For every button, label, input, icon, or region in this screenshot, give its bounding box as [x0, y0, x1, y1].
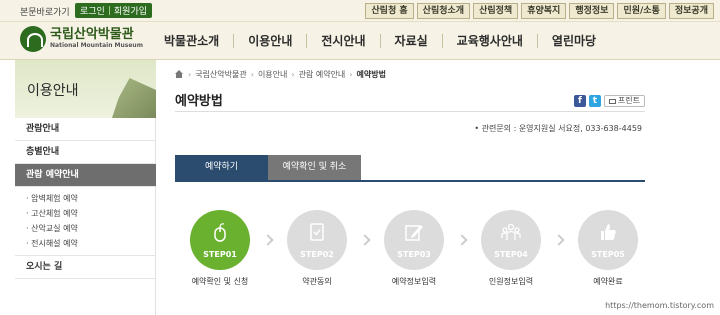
printer-icon [608, 98, 616, 104]
main-content: › 국립산악박물관 › 이용안내 › 관람 예약안내 › 예약방법 예약방법 f… [175, 60, 645, 315]
breadcrumb-separator: › [291, 70, 295, 79]
breadcrumb-item-reservation[interactable]: 관람 예약안내 [299, 69, 346, 80]
step-2-caption: 약관동의 [302, 277, 332, 286]
step-1-caption: 예약확인 및 신청 [191, 277, 249, 286]
sidebar-sub-altitude[interactable]: 고산체험 예약 [26, 206, 156, 221]
join-link[interactable]: 회원가입 [114, 4, 147, 17]
mountain-image [112, 78, 156, 118]
sidebar-visual: 이용안내 [15, 60, 156, 118]
mouse-icon [214, 223, 226, 242]
top-links: 산림청 홈 산림청소개 산림정책 휴양복지 행정정보 민원/소통 정보공개 [365, 3, 714, 19]
sidebar-sub-exhibit-tour[interactable]: 전시해설 예약 [26, 236, 156, 251]
top-link-admin-info[interactable]: 행정정보 [569, 3, 615, 19]
breadcrumb: › 국립산악박물관 › 이용안내 › 관람 예약안내 › 예약방법 [175, 69, 386, 80]
step-5-caption: 예약완료 [593, 277, 623, 286]
gnb-item-museum-intro[interactable]: 박물관소개 [160, 34, 233, 48]
breadcrumb-item-museum[interactable]: 국립산악박물관 [195, 69, 247, 80]
step-1-label: STEP01 [203, 250, 237, 259]
top-link-welfare[interactable]: 휴양복지 [521, 3, 567, 19]
login-link[interactable]: 로그인 [80, 4, 105, 17]
tab-check-cancel[interactable]: 예약확인 및 취소 [268, 155, 361, 180]
sidebar-menu: 관람안내 층별안내 관람 예약안내 암벽체험 예약 고산체험 예약 산악교실 예… [15, 118, 156, 279]
twitter-icon[interactable]: t [588, 95, 601, 107]
step-2: STEP02 [287, 210, 347, 270]
top-link-forest-home[interactable]: 산림청 홈 [365, 3, 414, 19]
breadcrumb-item-usage[interactable]: 이용안내 [258, 69, 287, 80]
breadcrumb-separator: › [188, 70, 192, 79]
top-link-policy[interactable]: 산림정책 [473, 3, 519, 19]
step-4-label: STEP04 [494, 250, 528, 259]
reservation-steps: STEP01 STEP02 STEP03 STEP04 STEP05 [190, 210, 640, 270]
home-icon[interactable] [175, 70, 184, 79]
login-join-box: 로그인 | 회원가입 [75, 3, 153, 18]
facebook-icon[interactable]: f [573, 95, 586, 107]
page-title: 예약방법 [175, 94, 223, 109]
share-tools: f t 프린트 [573, 95, 645, 107]
skip-to-content-link[interactable]: 본문바로가기 [20, 5, 70, 18]
breadcrumb-separator: › [250, 70, 254, 79]
tab-make-reservation[interactable]: 예약하기 [175, 155, 268, 180]
step-5: STEP05 [578, 210, 638, 270]
sidebar-item-reservation-guide[interactable]: 관람 예약안내 [15, 164, 156, 187]
step-captions: 예약확인 및 신청 약관동의 예약정보입력 인원정보입력 예약완료 [175, 276, 645, 290]
reservation-tabs: 예약하기 예약확인 및 취소 [175, 155, 645, 182]
gnb-item-usage-guide[interactable]: 이용안내 [233, 34, 306, 48]
logo-icon [20, 26, 46, 52]
step-4-caption: 인원정보입력 [488, 277, 534, 286]
sidebar-sub-mountain-class[interactable]: 산악교실 예약 [26, 221, 156, 236]
gnb-item-education[interactable]: 교육행사안내 [441, 34, 537, 48]
logo-english: National Mountain Museum [50, 42, 143, 49]
contact-info: 관련문의 : 운영지원실 서요정, 033-638-4459 [474, 123, 642, 134]
step-1: STEP01 [190, 210, 250, 270]
separator: | [107, 5, 111, 16]
main-header: 국립산악박물관 National Mountain Museum 박물관소개 이… [0, 22, 720, 60]
step-4: STEP04 [481, 210, 541, 270]
gnb-item-exhibition[interactable]: 전시안내 [306, 34, 379, 48]
step-3-label: STEP03 [397, 250, 431, 259]
sidebar-submenu: 암벽체험 예약 고산체험 예약 산악교실 예약 전시해설 예약 [15, 187, 156, 256]
sidebar-item-directions[interactable]: 오시는 길 [15, 256, 156, 279]
sidebar-item-viewing-guide[interactable]: 관람안내 [15, 118, 156, 141]
gnb-item-archive[interactable]: 자료실 [379, 34, 442, 48]
top-link-about[interactable]: 산림청소개 [416, 3, 471, 19]
step-3-caption: 예약정보입력 [391, 277, 437, 286]
sidebar-item-floor-guide[interactable]: 층별안내 [15, 141, 156, 164]
step-2-label: STEP02 [300, 250, 334, 259]
sidebar-title: 이용안내 [27, 83, 79, 99]
people-icon [501, 223, 521, 240]
global-navigation: 박물관소개 이용안내 전시안내 자료실 교육행사안내 열린마당 [160, 34, 610, 48]
document-check-icon [310, 223, 324, 241]
logo-korean: 국립산악박물관 [50, 27, 134, 42]
watermark: https://themom.tistory.com [605, 301, 714, 310]
breadcrumb-separator: › [349, 70, 353, 79]
gnb-item-open-forum[interactable]: 열린마당 [536, 34, 610, 48]
sidebar: 이용안내 관람안내 층별안내 관람 예약안내 암벽체험 예약 고산체험 예약 산… [15, 60, 156, 315]
step-5-label: STEP05 [591, 250, 625, 259]
edit-icon [405, 225, 423, 241]
breadcrumb-item-current: 예약방법 [356, 70, 386, 79]
step-arrow [553, 234, 565, 246]
title-divider [175, 111, 645, 112]
print-label: 프린트 [617, 96, 640, 105]
step-arrow [262, 234, 274, 246]
thumbs-up-icon [601, 224, 616, 240]
site-logo[interactable]: 국립산악박물관 National Mountain Museum [20, 26, 143, 52]
top-link-disclosure[interactable]: 정보공개 [668, 3, 714, 19]
step-arrow [456, 234, 468, 246]
top-utility-bar: 본문바로가기 로그인 | 회원가입 산림청 홈 산림청소개 산림정책 휴양복지 … [0, 0, 720, 22]
print-button[interactable]: 프린트 [603, 95, 645, 107]
step-arrow [359, 234, 371, 246]
sidebar-sub-rock-climbing[interactable]: 암벽체험 예약 [26, 191, 156, 206]
top-link-civil[interactable]: 민원/소통 [617, 3, 666, 19]
step-3: STEP03 [384, 210, 444, 270]
